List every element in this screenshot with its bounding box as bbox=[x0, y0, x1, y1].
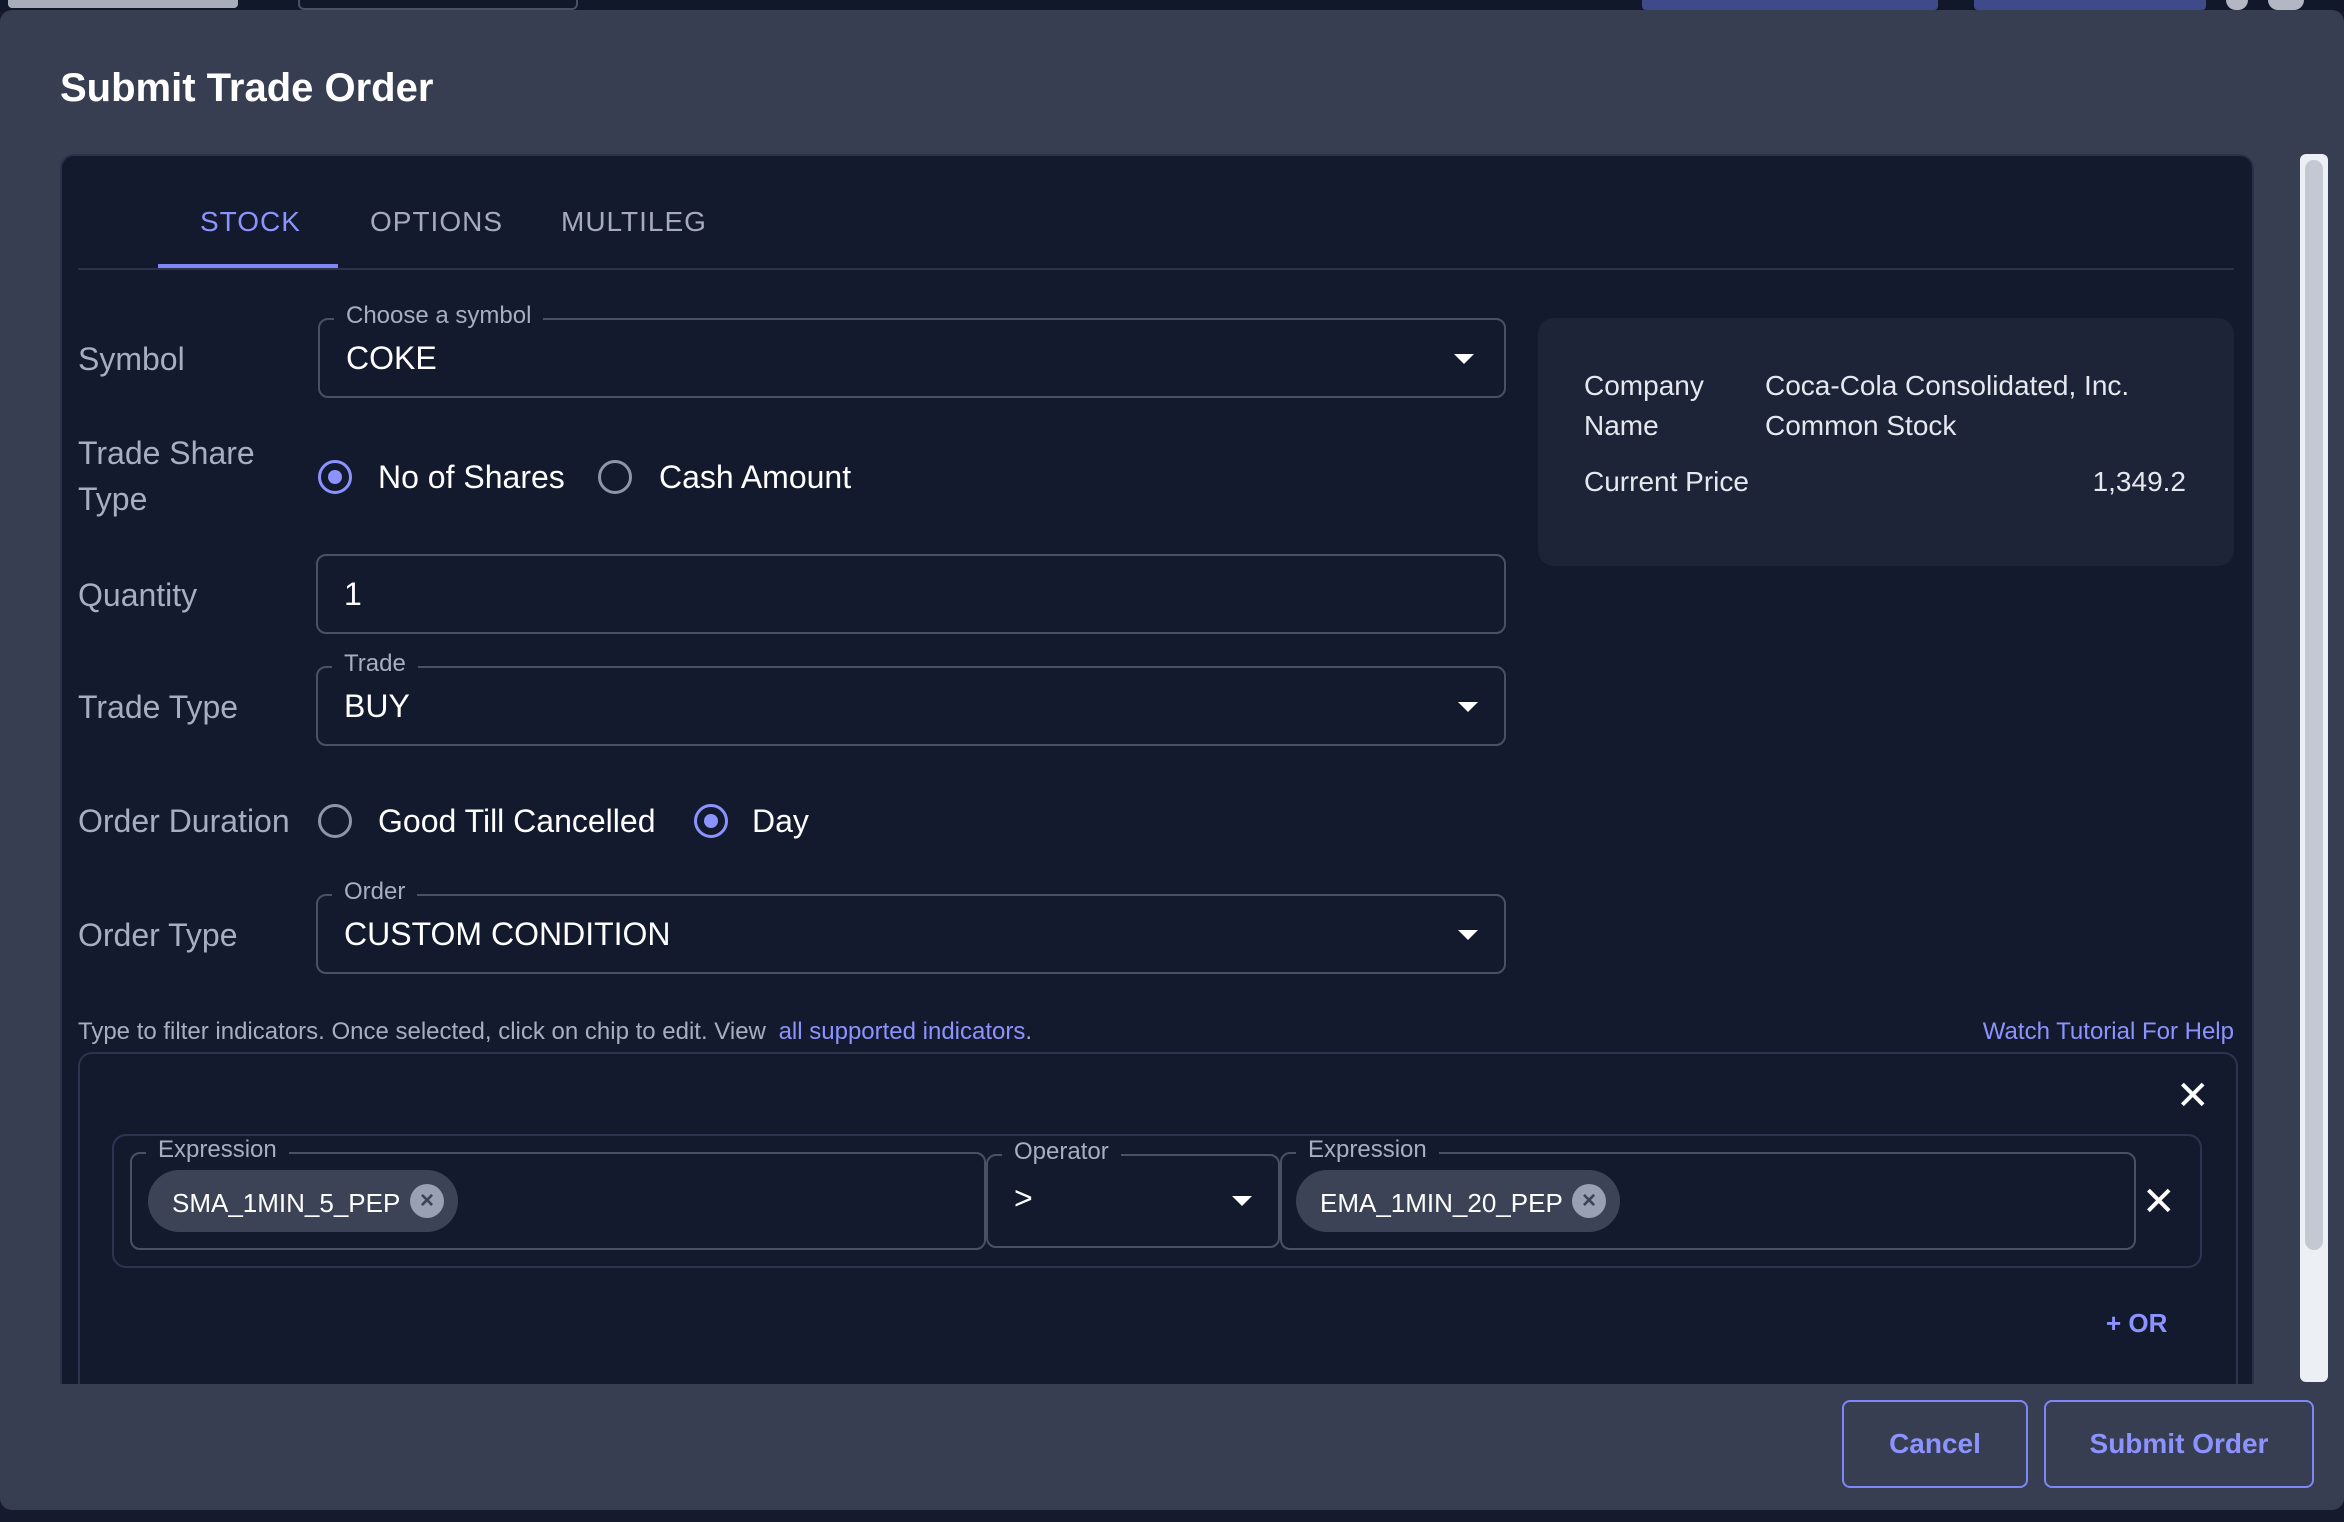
symbol-label: Symbol bbox=[78, 341, 185, 377]
current-price-label: Current Price bbox=[1584, 466, 1749, 497]
company-name-value: Coca-Cola Consolidated, Inc. Common Stoc… bbox=[1765, 366, 2129, 446]
chevron-down-icon bbox=[1458, 702, 1478, 712]
order-type-select[interactable]: Order CUSTOM CONDITION bbox=[316, 878, 1506, 974]
trade-type-value: BUY bbox=[344, 688, 410, 724]
day-radio[interactable] bbox=[694, 804, 728, 838]
watch-tutorial-link[interactable]: Watch Tutorial For Help bbox=[1983, 1018, 2234, 1046]
symbol-select-legend: Choose a symbol bbox=[334, 302, 544, 330]
add-or-button[interactable]: + OR bbox=[2106, 1308, 2167, 1339]
tab-options[interactable]: OPTIONS bbox=[370, 206, 503, 238]
left-expression-legend: Expression bbox=[146, 1136, 289, 1164]
trade-share-type-label: Trade Share Type bbox=[78, 430, 255, 522]
symbol-select[interactable]: Choose a symbol COKE bbox=[318, 302, 1506, 398]
company-name-line2: Common Stock bbox=[1765, 410, 1957, 441]
good-till-cancelled-radio[interactable] bbox=[318, 804, 352, 838]
indicator-chip-label: SMA_1MIN_5_PEP bbox=[172, 1188, 401, 1218]
background-need-help-button bbox=[1974, 0, 2206, 10]
cash-amount-radio[interactable] bbox=[598, 460, 632, 494]
background-avatar-icon bbox=[2268, 0, 2304, 10]
trade-share-type-label-line1: Trade Share bbox=[78, 435, 255, 471]
indicator-chip[interactable]: EMA_1MIN_20_PEP × bbox=[1296, 1170, 1620, 1232]
symbol-select-value: COKE bbox=[346, 340, 437, 376]
right-expression-legend: Expression bbox=[1296, 1136, 1439, 1164]
operator-value: > bbox=[1014, 1180, 1033, 1216]
chevron-down-icon bbox=[1232, 1196, 1252, 1206]
tab-stock[interactable]: STOCK bbox=[200, 206, 301, 238]
remove-condition-icon[interactable]: ✕ bbox=[2142, 1182, 2176, 1222]
all-supported-indicators-link[interactable]: all supported indicators bbox=[779, 1018, 1026, 1045]
indicator-chip[interactable]: SMA_1MIN_5_PEP × bbox=[148, 1170, 458, 1232]
modal-title: Submit Trade Order bbox=[60, 66, 434, 110]
indicator-chip-label: EMA_1MIN_20_PEP bbox=[1320, 1188, 1563, 1218]
remove-chip-icon[interactable]: × bbox=[1572, 1184, 1606, 1218]
indicator-hint: Type to filter indicators. Once selected… bbox=[78, 1018, 1032, 1046]
close-icon[interactable]: ✕ bbox=[2176, 1076, 2210, 1116]
hint-text: Type to filter indicators. Once selected… bbox=[78, 1018, 766, 1045]
current-price-value: 1,349.2 bbox=[2092, 466, 2186, 497]
order-type-label: Order Type bbox=[78, 917, 238, 953]
good-till-cancelled-label[interactable]: Good Till Cancelled bbox=[378, 803, 655, 840]
trade-share-type-label-line2: Type bbox=[78, 481, 148, 517]
day-label[interactable]: Day bbox=[752, 803, 809, 840]
background-logo bbox=[8, 0, 238, 8]
trade-type-select[interactable]: Trade BUY bbox=[316, 650, 1506, 746]
trade-type-legend: Trade bbox=[332, 650, 418, 678]
order-type-legend: Order bbox=[332, 878, 418, 906]
chevron-down-icon bbox=[1458, 930, 1478, 940]
right-expression-input[interactable]: Expression EMA_1MIN_20_PEP × bbox=[1280, 1136, 2136, 1250]
left-expression-input[interactable]: Expression SMA_1MIN_5_PEP × bbox=[130, 1136, 986, 1250]
quantity-input[interactable]: 1 bbox=[316, 554, 1506, 634]
background-symbol-select bbox=[298, 0, 578, 10]
scrollbar-thumb[interactable] bbox=[2305, 160, 2323, 1250]
hint-suffix: . bbox=[1025, 1018, 1033, 1045]
background-free-month-button bbox=[1642, 0, 1938, 10]
operator-legend: Operator bbox=[1002, 1138, 1121, 1166]
cancel-button[interactable]: Cancel bbox=[1842, 1400, 2028, 1488]
no-of-shares-radio[interactable] bbox=[318, 460, 352, 494]
order-type-value: CUSTOM CONDITION bbox=[344, 916, 671, 952]
submit-order-button[interactable]: Submit Order bbox=[2044, 1400, 2314, 1488]
chevron-down-icon bbox=[1454, 354, 1474, 364]
active-tab-indicator bbox=[158, 264, 338, 268]
remove-chip-icon[interactable]: × bbox=[410, 1184, 444, 1218]
trade-type-label: Trade Type bbox=[78, 689, 239, 725]
company-name-label-line1: Company bbox=[1584, 370, 1704, 401]
no-of-shares-label[interactable]: No of Shares bbox=[378, 459, 565, 496]
company-name-label: Company Name bbox=[1584, 366, 1704, 446]
company-name-label-line2: Name bbox=[1584, 410, 1659, 441]
company-name-line1: Coca-Cola Consolidated, Inc. bbox=[1765, 370, 2130, 401]
tab-multileg[interactable]: MULTILEG bbox=[561, 206, 707, 238]
background-page-bottom bbox=[0, 1510, 2344, 1522]
operator-select[interactable]: Operator > bbox=[986, 1138, 1280, 1248]
quantity-label: Quantity bbox=[78, 577, 198, 613]
quantity-value: 1 bbox=[344, 576, 362, 612]
tab-divider bbox=[78, 268, 2234, 270]
order-duration-label: Order Duration bbox=[78, 803, 290, 839]
cash-amount-label[interactable]: Cash Amount bbox=[659, 459, 851, 496]
